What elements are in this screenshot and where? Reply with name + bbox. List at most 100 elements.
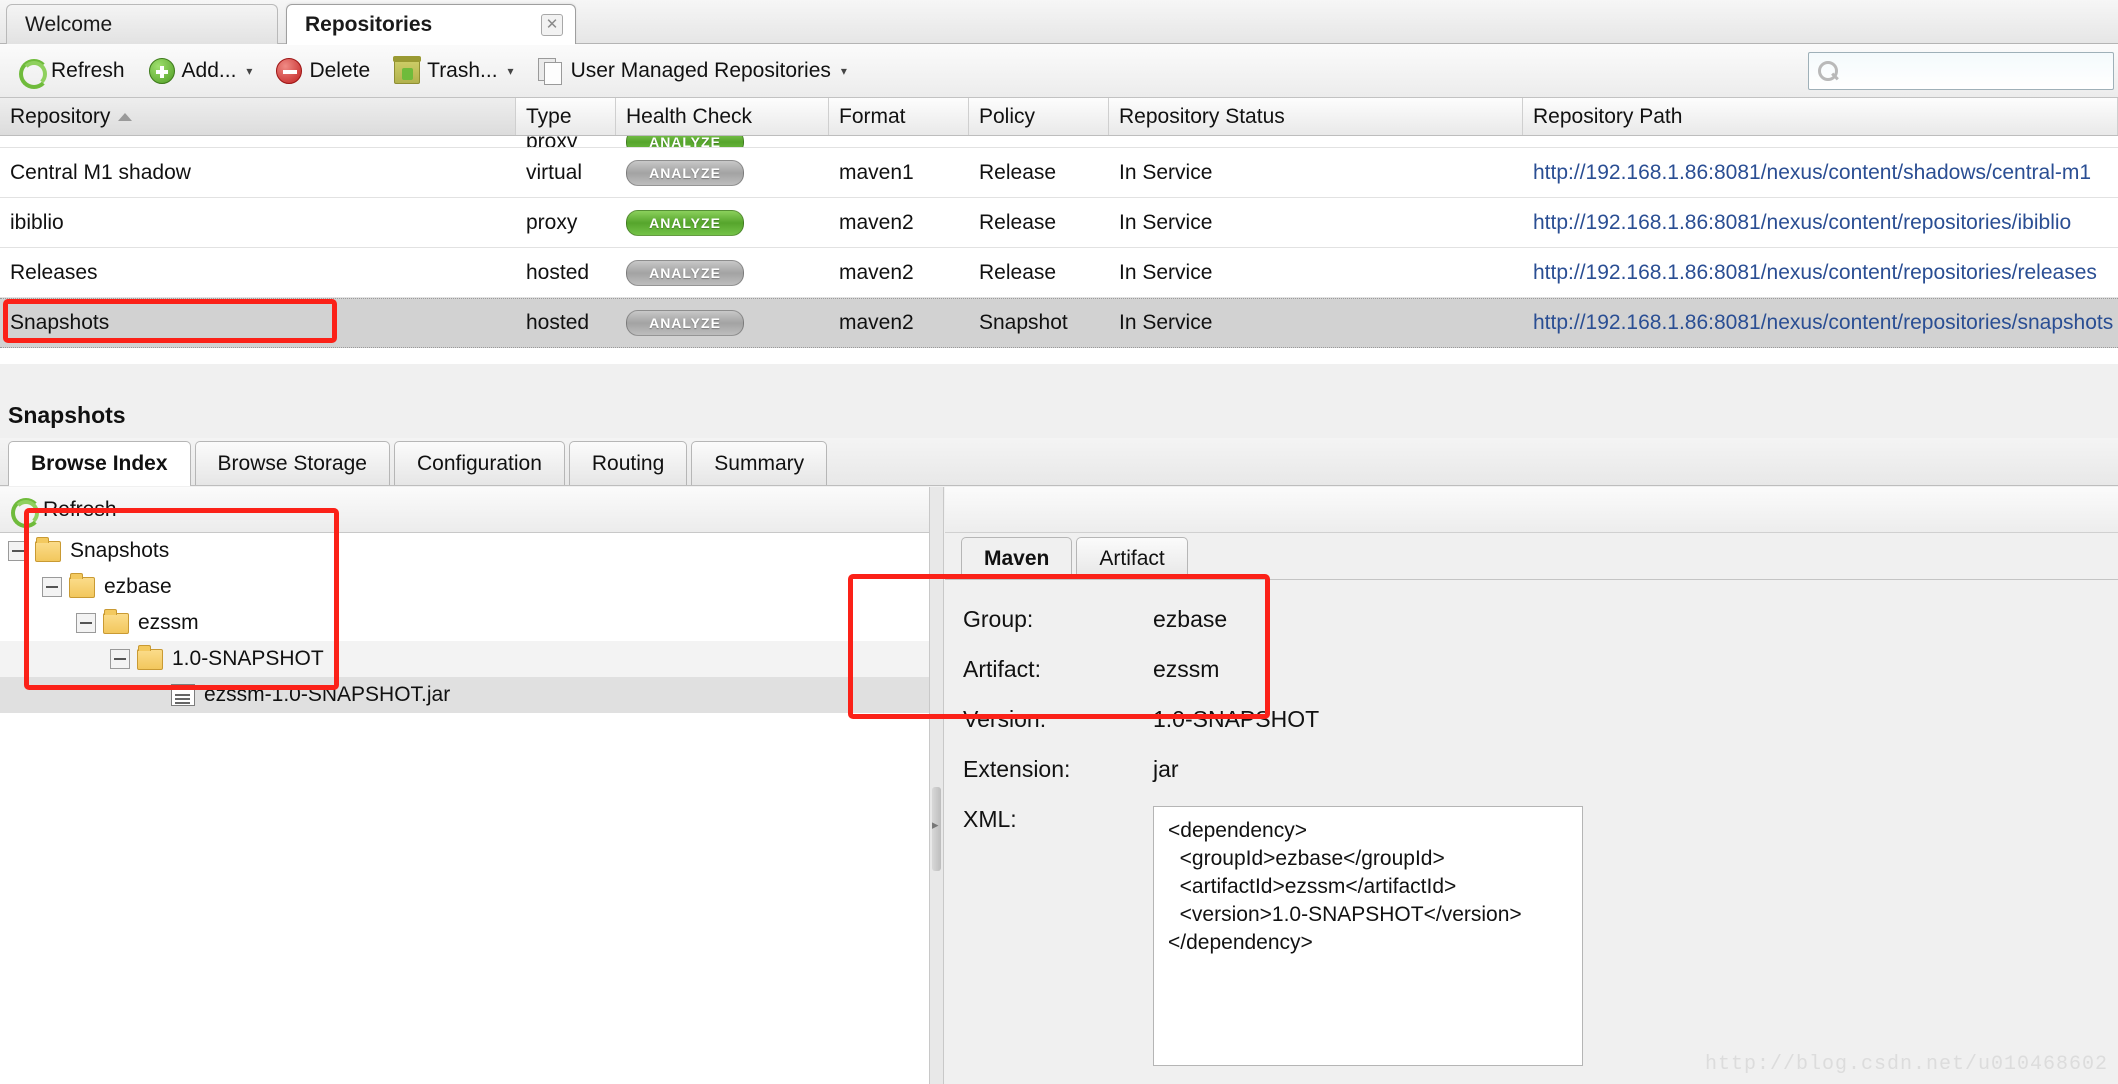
analyze-button[interactable]: ANALYZE <box>626 159 744 186</box>
table-row[interactable]: proxy ANALYZE <box>0 136 2118 148</box>
cell-repository: Central M1 shadow <box>10 160 191 184</box>
repository-path-label[interactable]: http://192.168.1.86:8081/nexus/content/r… <box>1533 211 2071 234</box>
grid-column-header[interactable]: Policy <box>969 98 1109 135</box>
collapse-icon[interactable] <box>8 541 28 561</box>
tree-refresh-label[interactable]: Refresh <box>43 498 117 522</box>
plus-circle-icon <box>148 57 175 84</box>
tree-node[interactable]: ezssm-1.0-SNAPSHOT.jar <box>0 677 929 713</box>
window-tab-welcome[interactable]: Welcome <box>6 4 278 44</box>
table-row[interactable]: ibiblio proxy ANALYZE maven2 Release In Servi… <box>0 198 2118 248</box>
cell-format: maven2 <box>839 260 914 284</box>
tree-node-label: Snapshots <box>70 539 170 562</box>
refresh-button[interactable]: Refresh <box>8 51 135 91</box>
artifact-field-value: ezbase <box>1153 606 1228 632</box>
tree-node[interactable]: 1.0-SNAPSHOT <box>0 641 929 677</box>
user-managed-repositories-button[interactable]: User Managed Repositories ▾ <box>528 51 857 91</box>
repository-path-link[interactable]: http://192.168.1.86:8081/nexus/content/r… <box>1523 261 2118 285</box>
artifact-field-label: Extension: <box>963 756 1071 782</box>
close-icon[interactable]: ✕ <box>541 14 563 36</box>
artifact-field-row: Group: ezbase <box>963 606 2118 656</box>
nexus-repository-manager-window: Welcome Repositories ✕ Refresh Add... ▾ … <box>0 0 2118 1084</box>
artifact-field-value: ezssm <box>1153 656 1220 682</box>
pane-splitter[interactable] <box>930 487 944 1084</box>
tree-node[interactable]: ezssm <box>0 605 929 641</box>
artifact-tab-maven[interactable]: Maven <box>961 537 1073 579</box>
table-row[interactable]: Central M1 shadow virtual ANALYZE maven1 Rel… <box>0 148 2118 198</box>
chevron-down-icon: ▾ <box>507 63 514 78</box>
collapse-icon[interactable] <box>110 649 130 669</box>
collapse-icon[interactable] <box>42 577 62 597</box>
index-tree: Snapshots ezbase ezssm 1.0-SNAPSHOT ezssm-1.… <box>0 533 929 713</box>
detail-panel-title: Snapshots <box>0 392 2118 438</box>
artifact-xml-textarea[interactable]: <dependency> <groupId>ezbase</groupId> <… <box>1153 806 1583 1066</box>
repository-path-label[interactable]: http://192.168.1.86:8081/nexus/content/s… <box>1533 161 2091 184</box>
health-check-cell: ANALYZE <box>616 209 829 236</box>
grid-column-header[interactable]: Repository <box>0 98 516 135</box>
trash-button-label: Trash... <box>427 58 498 82</box>
tab-summary[interactable]: Summary <box>691 441 828 485</box>
window-tab-strip: Welcome Repositories ✕ <box>0 0 2118 45</box>
artifact-detail-toolbar <box>945 487 2118 533</box>
analyze-button[interactable]: ANALYZE <box>626 259 744 286</box>
trash-button[interactable]: Trash... ▾ <box>384 51 523 91</box>
add-button[interactable]: Add... ▾ <box>139 51 263 91</box>
repository-path-label[interactable]: http://192.168.1.86:8081/nexus/content/r… <box>1533 311 2113 334</box>
grid-column-header[interactable]: Health Check <box>616 98 829 135</box>
artifact-tab-label: Artifact <box>1099 546 1165 570</box>
repository-path-link[interactable]: http://192.168.1.86:8081/nexus/content/s… <box>1523 161 2118 185</box>
tab-routing[interactable]: Routing <box>568 441 688 485</box>
table-row[interactable]: Releases hosted ANALYZE maven2 Release In Ser… <box>0 248 2118 298</box>
cell-status: In Service <box>1119 160 1213 184</box>
splitter-handle-icon[interactable] <box>932 787 941 871</box>
artifact-field-value: 1.0-SNAPSHOT <box>1153 706 1320 732</box>
analyze-button[interactable]: ANALYZE <box>626 136 744 147</box>
window-tab-repositories[interactable]: Repositories ✕ <box>286 4 576 45</box>
tab-browse-storage[interactable]: Browse Storage <box>194 441 390 485</box>
table-row[interactable]: Snapshots hosted ANALYZE maven2 Snapshot In S… <box>0 298 2118 348</box>
tree-node[interactable]: ezbase <box>0 569 929 605</box>
grid-column-header-label: Repository Path <box>1533 104 1683 128</box>
grid-column-header[interactable]: Type <box>516 98 616 135</box>
grid-column-header[interactable]: Repository Path <box>1523 98 2118 135</box>
artifact-xml-label: XML: <box>963 806 1017 832</box>
repository-path-link[interactable]: http://192.168.1.86:8081/nexus/content/r… <box>1523 311 2118 335</box>
search-input[interactable] <box>1839 59 2113 83</box>
artifact-field-list: Group: ezbase Artifact: ezssm Version: 1.0-SN… <box>963 606 2118 806</box>
grid-column-header[interactable]: Repository Status <box>1109 98 1523 135</box>
delete-button[interactable]: Delete <box>266 51 380 91</box>
cell-status: In Service <box>1119 210 1213 234</box>
repositories-grid: Repository Type Health Check Format Policy Re… <box>0 98 2118 364</box>
tab-browse-index[interactable]: Browse Index <box>8 441 191 486</box>
cell-policy: Release <box>979 260 1057 284</box>
analyze-button[interactable]: ANALYZE <box>626 310 744 336</box>
artifact-field-label: Version: <box>963 706 1047 732</box>
minus-circle-icon <box>276 57 303 84</box>
health-check-cell: ANALYZE <box>616 310 829 336</box>
grid-column-header[interactable]: Format <box>829 98 969 135</box>
tree-node-label: ezssm <box>138 611 199 634</box>
grid-column-header-label: Format <box>839 104 906 128</box>
artifact-field-value: jar <box>1153 756 1179 782</box>
cell-type: proxy <box>526 210 578 234</box>
cell-policy: Release <box>979 210 1057 234</box>
repository-path-link[interactable]: http://192.168.1.86:8081/nexus/content/r… <box>1523 211 2118 235</box>
grid-column-header-label: Policy <box>979 104 1036 128</box>
collapse-icon[interactable] <box>76 613 96 633</box>
tab-label: Routing <box>591 451 665 475</box>
analyze-button[interactable]: ANALYZE <box>626 209 744 236</box>
artifact-tab-bar: Maven Artifact <box>945 533 2118 579</box>
artifact-tab-artifact[interactable]: Artifact <box>1076 537 1188 579</box>
grid-column-header-label: Repository <box>10 104 111 128</box>
refresh-button-label: Refresh <box>51 58 125 82</box>
watermark-text: http://blog.csdn.net/u010468602 <box>1704 1053 2108 1076</box>
search-box[interactable] <box>1808 52 2114 90</box>
repository-path-label[interactable]: http://192.168.1.86:8081/nexus/content/r… <box>1533 261 2097 284</box>
tree-node-label: 1.0-SNAPSHOT <box>172 647 324 670</box>
tree-node[interactable]: Snapshots <box>0 533 929 569</box>
cell-format: maven1 <box>839 160 914 184</box>
artifact-field-row: Artifact: ezssm <box>963 656 2118 706</box>
tab-configuration[interactable]: Configuration <box>393 441 565 485</box>
repositories-toolbar: Refresh Add... ▾ Delete Trash... ▾ User … <box>0 44 2118 98</box>
artifact-field-row: Extension: jar <box>963 756 2118 806</box>
folder-icon <box>35 536 61 562</box>
